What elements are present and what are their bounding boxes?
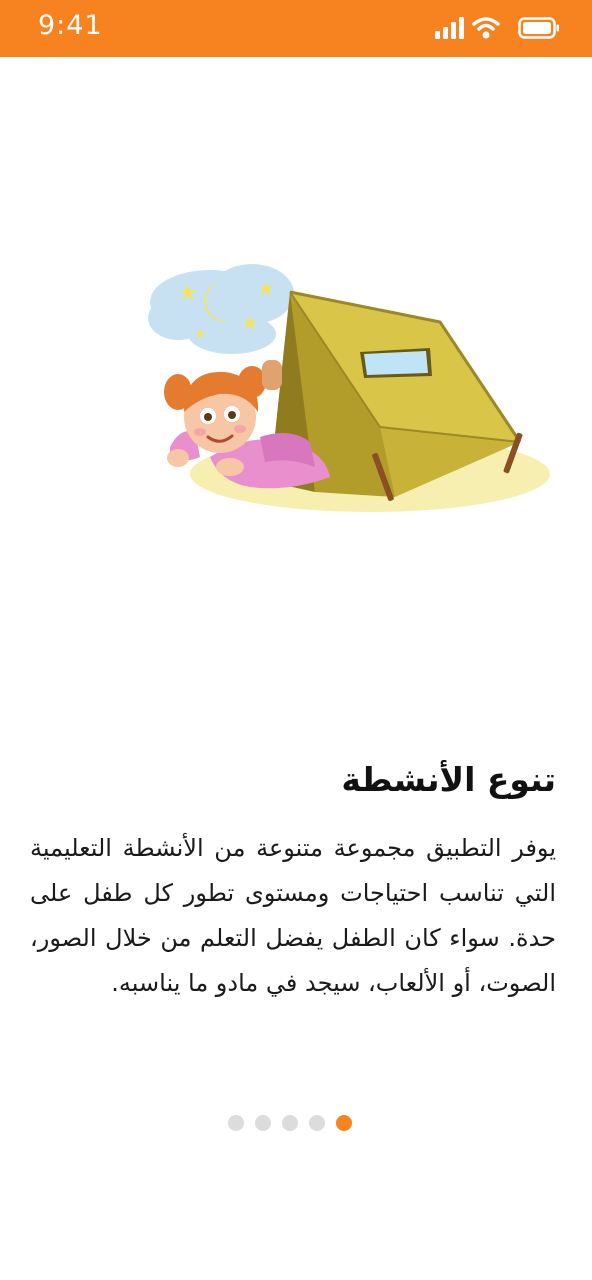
status-time: 9:41 <box>38 10 103 41</box>
pagination-dots <box>228 1115 352 1133</box>
onboarding-description: يوفر التطبيق مجموعة متنوعة من الأنشطة ال… <box>30 834 556 997</box>
page-dot-3[interactable] <box>282 1115 298 1131</box>
page-dot-1[interactable] <box>228 1115 244 1131</box>
page-dot-5-active[interactable] <box>336 1115 352 1131</box>
night-cloud-icon <box>148 264 294 354</box>
status-bar: 9:41 <box>0 0 592 57</box>
signal-icon <box>435 17 464 39</box>
girl-in-tent-illustration <box>148 264 550 512</box>
wifi-icon <box>472 17 500 39</box>
page-dot-2[interactable] <box>255 1115 271 1131</box>
battery-icon <box>518 17 559 39</box>
page-dot-4[interactable] <box>309 1115 325 1131</box>
onboarding-title: تنوع الأنشطة <box>341 760 556 799</box>
